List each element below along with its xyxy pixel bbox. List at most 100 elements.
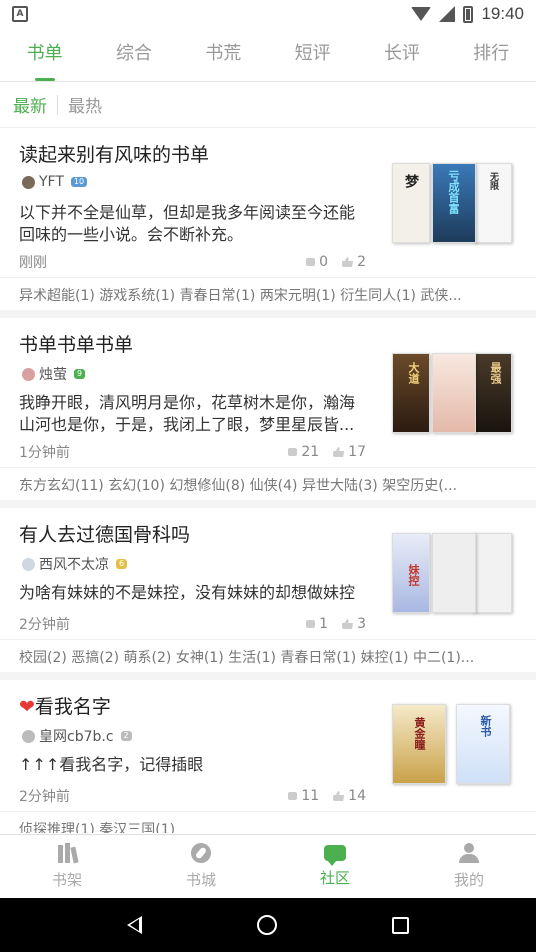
meta-row: 刚刚 0 2	[19, 252, 366, 272]
author-name: 皇网cb7b.c	[39, 729, 114, 745]
sort-latest[interactable]: 最新	[13, 92, 47, 117]
book-cover: 大道	[392, 353, 430, 433]
comment-count[interactable]: 11	[288, 788, 319, 804]
author-name: 西风不太凉	[39, 557, 109, 573]
avatar	[22, 557, 35, 571]
active-tab-indicator	[34, 78, 55, 81]
author-row[interactable]: 西风不太凉 6	[22, 554, 128, 574]
booklist-card[interactable]: 读起来别有风味的书单 YFT 10 以下并不全是仙草，但却是我多年阅读至今还能 …	[0, 128, 536, 318]
comment-count[interactable]: 0	[306, 254, 328, 270]
divider	[0, 811, 536, 812]
tab-long-review[interactable]: 长评	[357, 28, 446, 81]
booklist-card[interactable]: ❤看我名字 皇网cb7b.c 2 ↑↑↑看我名字，记得插眼 2分钟前 11 14…	[0, 680, 536, 833]
divider	[0, 277, 536, 278]
comment-count[interactable]: 1	[306, 616, 328, 632]
comment-icon	[306, 258, 316, 266]
comment-count[interactable]: 21	[288, 444, 319, 460]
avatar	[22, 367, 35, 381]
battery-icon	[463, 5, 474, 23]
book-covers: 大道 最强	[392, 353, 514, 435]
booklist-title: 书单书单书单	[19, 334, 134, 356]
comment-icon	[306, 620, 316, 628]
like-count[interactable]: 3	[342, 616, 366, 632]
post-time: 刚刚	[19, 255, 47, 271]
status-time: 19:40	[481, 4, 524, 23]
system-navigation-bar	[0, 898, 536, 952]
community-tabs: 书单 综合 书荒 短评 长评 排行	[0, 28, 536, 82]
booklist-tags: 异术超能(1) 游戏系统(1) 青春日常(1) 两宋元明(1) 衍生同人(1) …	[19, 288, 462, 304]
booklist-description: 以下并不全是仙草，但却是我多年阅读至今还能 回味的一些小说。会不断补充。	[19, 203, 356, 244]
book-cover: 无限	[474, 163, 512, 243]
status-bar: A 19:40	[0, 0, 536, 28]
level-badge: 6	[116, 559, 128, 569]
book-cover	[432, 533, 476, 613]
like-count[interactable]: 17	[333, 444, 366, 460]
book-cover: 亏成首富	[432, 163, 476, 243]
level-badge: 9	[74, 369, 86, 379]
comment-icon	[288, 448, 298, 456]
back-icon[interactable]	[127, 916, 143, 934]
bookshelf-icon	[56, 843, 79, 864]
author-name: 烛萤	[39, 367, 67, 383]
booklist-card[interactable]: 书单书单书单 烛萤 9 我睁开眼，清风明月是你，花草树木是你，瀚海 山河也是你，…	[0, 318, 536, 508]
meta-row: 2分钟前 11 14	[19, 786, 366, 806]
booklist-tags: 侦探推理(1) 秦汉三国(1)	[19, 822, 176, 833]
booklist-title: 读起来别有风味的书单	[19, 144, 210, 166]
wifi-icon	[411, 7, 432, 21]
home-icon[interactable]	[256, 915, 277, 935]
comment-icon	[288, 792, 298, 800]
booklist-title: ❤看我名字	[19, 696, 111, 718]
nav-bookstore[interactable]: 书城	[134, 835, 268, 898]
app-notification-icon: A	[12, 6, 28, 22]
book-cover: 最强	[474, 353, 512, 433]
author-name: YFT	[39, 174, 64, 190]
compass-icon	[191, 843, 211, 863]
divider	[0, 639, 536, 640]
meta-row: 2分钟前 1 3	[19, 614, 366, 634]
booklist-tags: 东方玄幻(11) 玄幻(10) 幻想修仙(8) 仙侠(4) 异世大陆(3) 架空…	[19, 478, 458, 494]
book-cover: 梦	[392, 163, 430, 243]
like-count[interactable]: 14	[333, 788, 366, 804]
post-time: 1分钟前	[19, 445, 70, 461]
tab-general[interactable]: 综合	[89, 28, 178, 81]
tab-short-review[interactable]: 短评	[268, 28, 357, 81]
tab-ranking[interactable]: 排行	[447, 28, 536, 81]
book-cover	[432, 353, 476, 433]
book-cover: 妹控	[392, 533, 430, 613]
tab-booklist[interactable]: 书单	[0, 28, 89, 81]
book-cover	[474, 533, 512, 613]
user-icon	[22, 729, 35, 743]
book-covers: 妹控	[392, 533, 514, 615]
sort-bar: 最新 最热	[0, 82, 536, 128]
booklist-title: 有人去过德国骨科吗	[19, 524, 191, 546]
thumbs-up-icon	[333, 447, 345, 457]
booklist-feed: 读起来别有风味的书单 YFT 10 以下并不全是仙草，但却是我多年阅读至今还能 …	[0, 128, 536, 833]
nav-bookshelf[interactable]: 书架	[0, 835, 134, 898]
booklist-card[interactable]: 有人去过德国骨科吗 西风不太凉 6 为啥有妹妹的不是妹控，没有妹妹的却想做妹控 …	[0, 508, 536, 680]
author-row[interactable]: YFT 10	[22, 174, 88, 190]
author-row[interactable]: 皇网cb7b.c 2	[22, 726, 132, 746]
book-covers: 黄金瞳 新书	[392, 704, 514, 786]
booklist-description: 我睁开眼，清风明月是你，花草树木是你，瀚海 山河也是你，于是，我闭上了眼，梦里星…	[19, 393, 356, 434]
recent-apps-icon[interactable]	[391, 916, 409, 934]
nav-profile[interactable]: 我的	[402, 835, 536, 898]
post-time: 2分钟前	[19, 789, 70, 805]
thumbs-up-icon	[333, 791, 345, 801]
avatar	[22, 175, 35, 189]
chat-icon	[324, 845, 346, 866]
divider	[0, 467, 536, 468]
post-time: 2分钟前	[19, 617, 70, 633]
book-covers: 梦 亏成首富 无限	[392, 163, 514, 245]
meta-row: 1分钟前 21 17	[19, 442, 366, 462]
level-badge: 10	[70, 177, 88, 187]
author-row[interactable]: 烛萤 9	[22, 364, 86, 384]
user-icon	[458, 843, 480, 863]
signal-icon	[439, 6, 456, 22]
sort-hottest[interactable]: 最热	[68, 92, 102, 117]
like-count[interactable]: 2	[342, 254, 366, 270]
nav-community[interactable]: 社区	[268, 835, 402, 898]
booklist-description: ↑↑↑看我名字，记得插眼	[19, 755, 204, 774]
thumbs-up-icon	[342, 257, 354, 267]
tab-book-shortage[interactable]: 书荒	[179, 28, 268, 81]
book-cover: 新书	[456, 704, 510, 784]
